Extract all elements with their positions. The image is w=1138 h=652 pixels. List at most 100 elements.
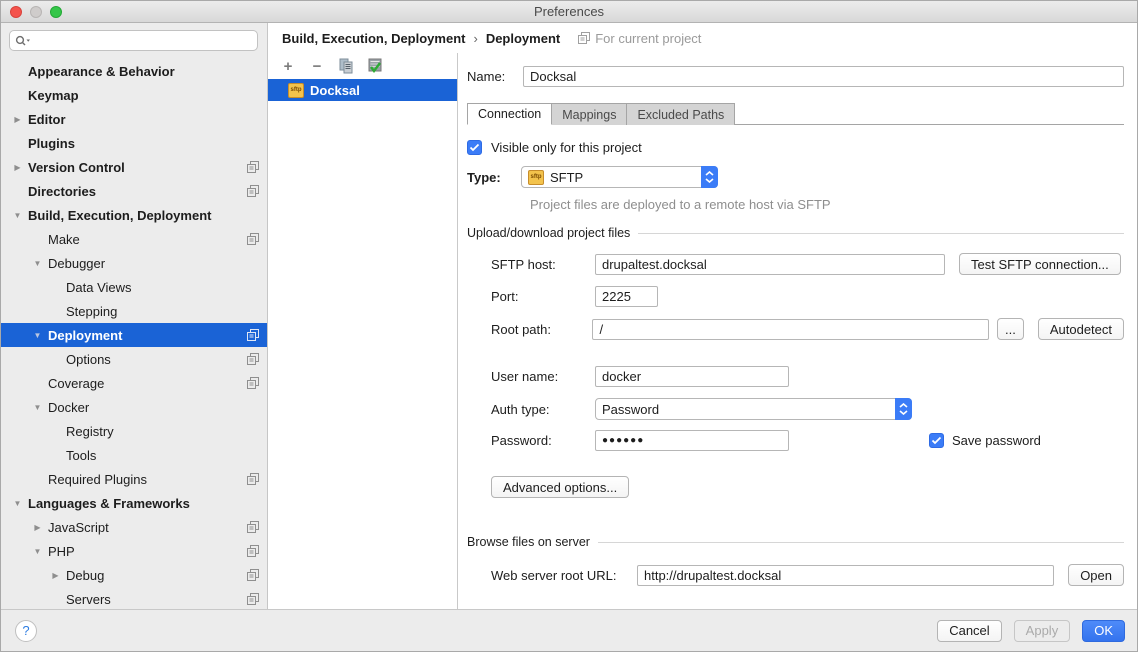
sidebar-item-stepping[interactable]: Stepping bbox=[1, 299, 267, 323]
sidebar-item-coverage[interactable]: Coverage bbox=[1, 371, 267, 395]
title-bar: Preferences bbox=[1, 1, 1137, 23]
web-server-root-url-input[interactable] bbox=[637, 565, 1054, 586]
sidebar-item-label: Coverage bbox=[44, 376, 104, 391]
root-path-input[interactable] bbox=[592, 319, 989, 340]
sftp-host-input[interactable] bbox=[595, 254, 945, 275]
type-help-text: Project files are deployed to a remote h… bbox=[530, 197, 1124, 212]
sidebar-item-php[interactable]: ▼PHP bbox=[1, 539, 267, 563]
remove-server-button[interactable]: − bbox=[309, 58, 325, 74]
zoom-window-icon[interactable] bbox=[50, 6, 62, 18]
copy-icon bbox=[339, 58, 354, 74]
chevron-down-icon[interactable]: ▼ bbox=[31, 331, 44, 340]
sidebar-item-registry[interactable]: Registry bbox=[1, 419, 267, 443]
dialog-footer: ? Cancel Apply OK bbox=[1, 609, 1137, 651]
server-list-panel: + − bbox=[268, 53, 458, 609]
sidebar-item-data-views[interactable]: Data Views bbox=[1, 275, 267, 299]
chevron-right-icon[interactable]: ▶ bbox=[31, 523, 44, 532]
chevron-right-icon[interactable]: ▶ bbox=[11, 115, 24, 124]
search-caret-icon bbox=[27, 39, 31, 41]
search-icon bbox=[15, 35, 31, 47]
cancel-button[interactable]: Cancel bbox=[937, 620, 1001, 642]
sidebar-item-required-plugins[interactable]: Required Plugins bbox=[1, 467, 267, 491]
tab-excluded-paths[interactable]: Excluded Paths bbox=[627, 103, 735, 125]
sidebar-item-tools[interactable]: Tools bbox=[1, 443, 267, 467]
close-window-icon[interactable] bbox=[10, 6, 22, 18]
add-server-button[interactable]: + bbox=[280, 58, 296, 74]
chevron-down-icon[interactable]: ▼ bbox=[31, 547, 44, 556]
sidebar-item-label: Build, Execution, Deployment bbox=[24, 208, 211, 223]
preferences-window: Preferences Appearance & Behavior Keymap ▶… bbox=[0, 0, 1138, 652]
autodetect-button[interactable]: Autodetect bbox=[1038, 318, 1124, 340]
tab-mappings[interactable]: Mappings bbox=[552, 103, 627, 125]
name-input[interactable] bbox=[523, 66, 1124, 87]
scope-label: For current project bbox=[595, 31, 701, 46]
password-input[interactable] bbox=[595, 430, 789, 451]
ok-button[interactable]: OK bbox=[1082, 620, 1125, 642]
chevron-right-icon[interactable]: ▶ bbox=[11, 163, 24, 172]
test-sftp-connection-button[interactable]: Test SFTP connection... bbox=[959, 253, 1121, 275]
sidebar-item-languages-frameworks[interactable]: ▼Languages & Frameworks bbox=[1, 491, 267, 515]
help-button[interactable]: ? bbox=[15, 620, 37, 642]
sidebar-item-appearance-behavior[interactable]: Appearance & Behavior bbox=[1, 59, 267, 83]
sidebar-item-label: Stepping bbox=[62, 304, 117, 319]
sidebar-item-javascript[interactable]: ▶JavaScript bbox=[1, 515, 267, 539]
type-label: Type: bbox=[467, 170, 521, 185]
search-box[interactable] bbox=[9, 30, 258, 51]
user-name-label: User name: bbox=[491, 369, 595, 384]
checkmark-icon bbox=[469, 143, 480, 152]
chevron-down-icon[interactable]: ▼ bbox=[11, 211, 24, 220]
sidebar-item-directories[interactable]: Directories bbox=[1, 179, 267, 203]
tab-connection[interactable]: Connection bbox=[467, 103, 552, 125]
per-project-icon bbox=[247, 473, 259, 485]
advanced-options-button[interactable]: Advanced options... bbox=[491, 476, 629, 498]
apply-button: Apply bbox=[1014, 620, 1071, 642]
sidebar-item-version-control[interactable]: ▶Version Control bbox=[1, 155, 267, 179]
name-label: Name: bbox=[467, 69, 523, 84]
use-as-default-button[interactable] bbox=[367, 58, 383, 74]
dropdown-stepper-icon bbox=[701, 166, 718, 188]
sidebar-item-build-execution-deployment[interactable]: ▼Build, Execution, Deployment bbox=[1, 203, 267, 227]
server-item-docksal[interactable]: sftpDocksal bbox=[268, 79, 457, 101]
browse-group-header: Browse files on server bbox=[467, 535, 1124, 549]
copy-server-button[interactable] bbox=[338, 58, 354, 74]
sidebar-item-debugger[interactable]: ▼Debugger bbox=[1, 251, 267, 275]
breadcrumb-separator: › bbox=[473, 31, 477, 46]
sidebar-item-editor[interactable]: ▶Editor bbox=[1, 107, 267, 131]
sidebar-item-make[interactable]: Make bbox=[1, 227, 267, 251]
sidebar-item-keymap[interactable]: Keymap bbox=[1, 83, 267, 107]
settings-sidebar: Appearance & Behavior Keymap ▶EditorPlugin… bbox=[1, 23, 268, 609]
type-dropdown[interactable]: sftp SFTP bbox=[521, 166, 718, 188]
sidebar-item-servers[interactable]: Servers bbox=[1, 587, 267, 609]
upload-group-title: Upload/download project files bbox=[467, 226, 630, 240]
save-password-checkbox[interactable] bbox=[929, 433, 944, 448]
server-item-label: Docksal bbox=[310, 83, 360, 98]
chevron-down-icon[interactable]: ▼ bbox=[11, 499, 24, 508]
auth-type-dropdown[interactable]: Password bbox=[595, 398, 912, 420]
user-name-input[interactable] bbox=[595, 366, 789, 387]
dropdown-stepper-icon bbox=[895, 398, 912, 420]
sidebar-item-deployment[interactable]: ▼Deployment bbox=[1, 323, 267, 347]
sidebar-item-options[interactable]: Options bbox=[1, 347, 267, 371]
breadcrumb-segment[interactable]: Build, Execution, Deployment bbox=[282, 31, 465, 46]
visible-only-checkbox[interactable] bbox=[467, 140, 482, 155]
per-project-icon bbox=[247, 377, 259, 389]
per-project-icon bbox=[247, 569, 259, 581]
sidebar-item-debug[interactable]: ▶Debug bbox=[1, 563, 267, 587]
chevron-down-icon[interactable]: ▼ bbox=[31, 403, 44, 412]
chevron-down-icon[interactable]: ▼ bbox=[31, 259, 44, 268]
chevron-right-icon[interactable]: ▶ bbox=[49, 571, 62, 580]
browse-root-path-button[interactable]: ... bbox=[997, 318, 1024, 340]
sidebar-item-label: Keymap bbox=[24, 88, 79, 103]
sidebar-item-docker[interactable]: ▼Docker bbox=[1, 395, 267, 419]
port-input[interactable] bbox=[595, 286, 658, 307]
help-icon: ? bbox=[22, 623, 29, 638]
traffic-lights bbox=[10, 6, 62, 18]
sidebar-item-label: Registry bbox=[62, 424, 114, 439]
open-url-button[interactable]: Open bbox=[1068, 564, 1124, 586]
search-input[interactable] bbox=[31, 34, 252, 48]
per-project-icon bbox=[247, 329, 259, 341]
save-password-label: Save password bbox=[952, 433, 1041, 448]
visible-only-label: Visible only for this project bbox=[491, 140, 642, 155]
web-server-root-url-label: Web server root URL: bbox=[491, 568, 637, 583]
sidebar-item-plugins[interactable]: Plugins bbox=[1, 131, 267, 155]
